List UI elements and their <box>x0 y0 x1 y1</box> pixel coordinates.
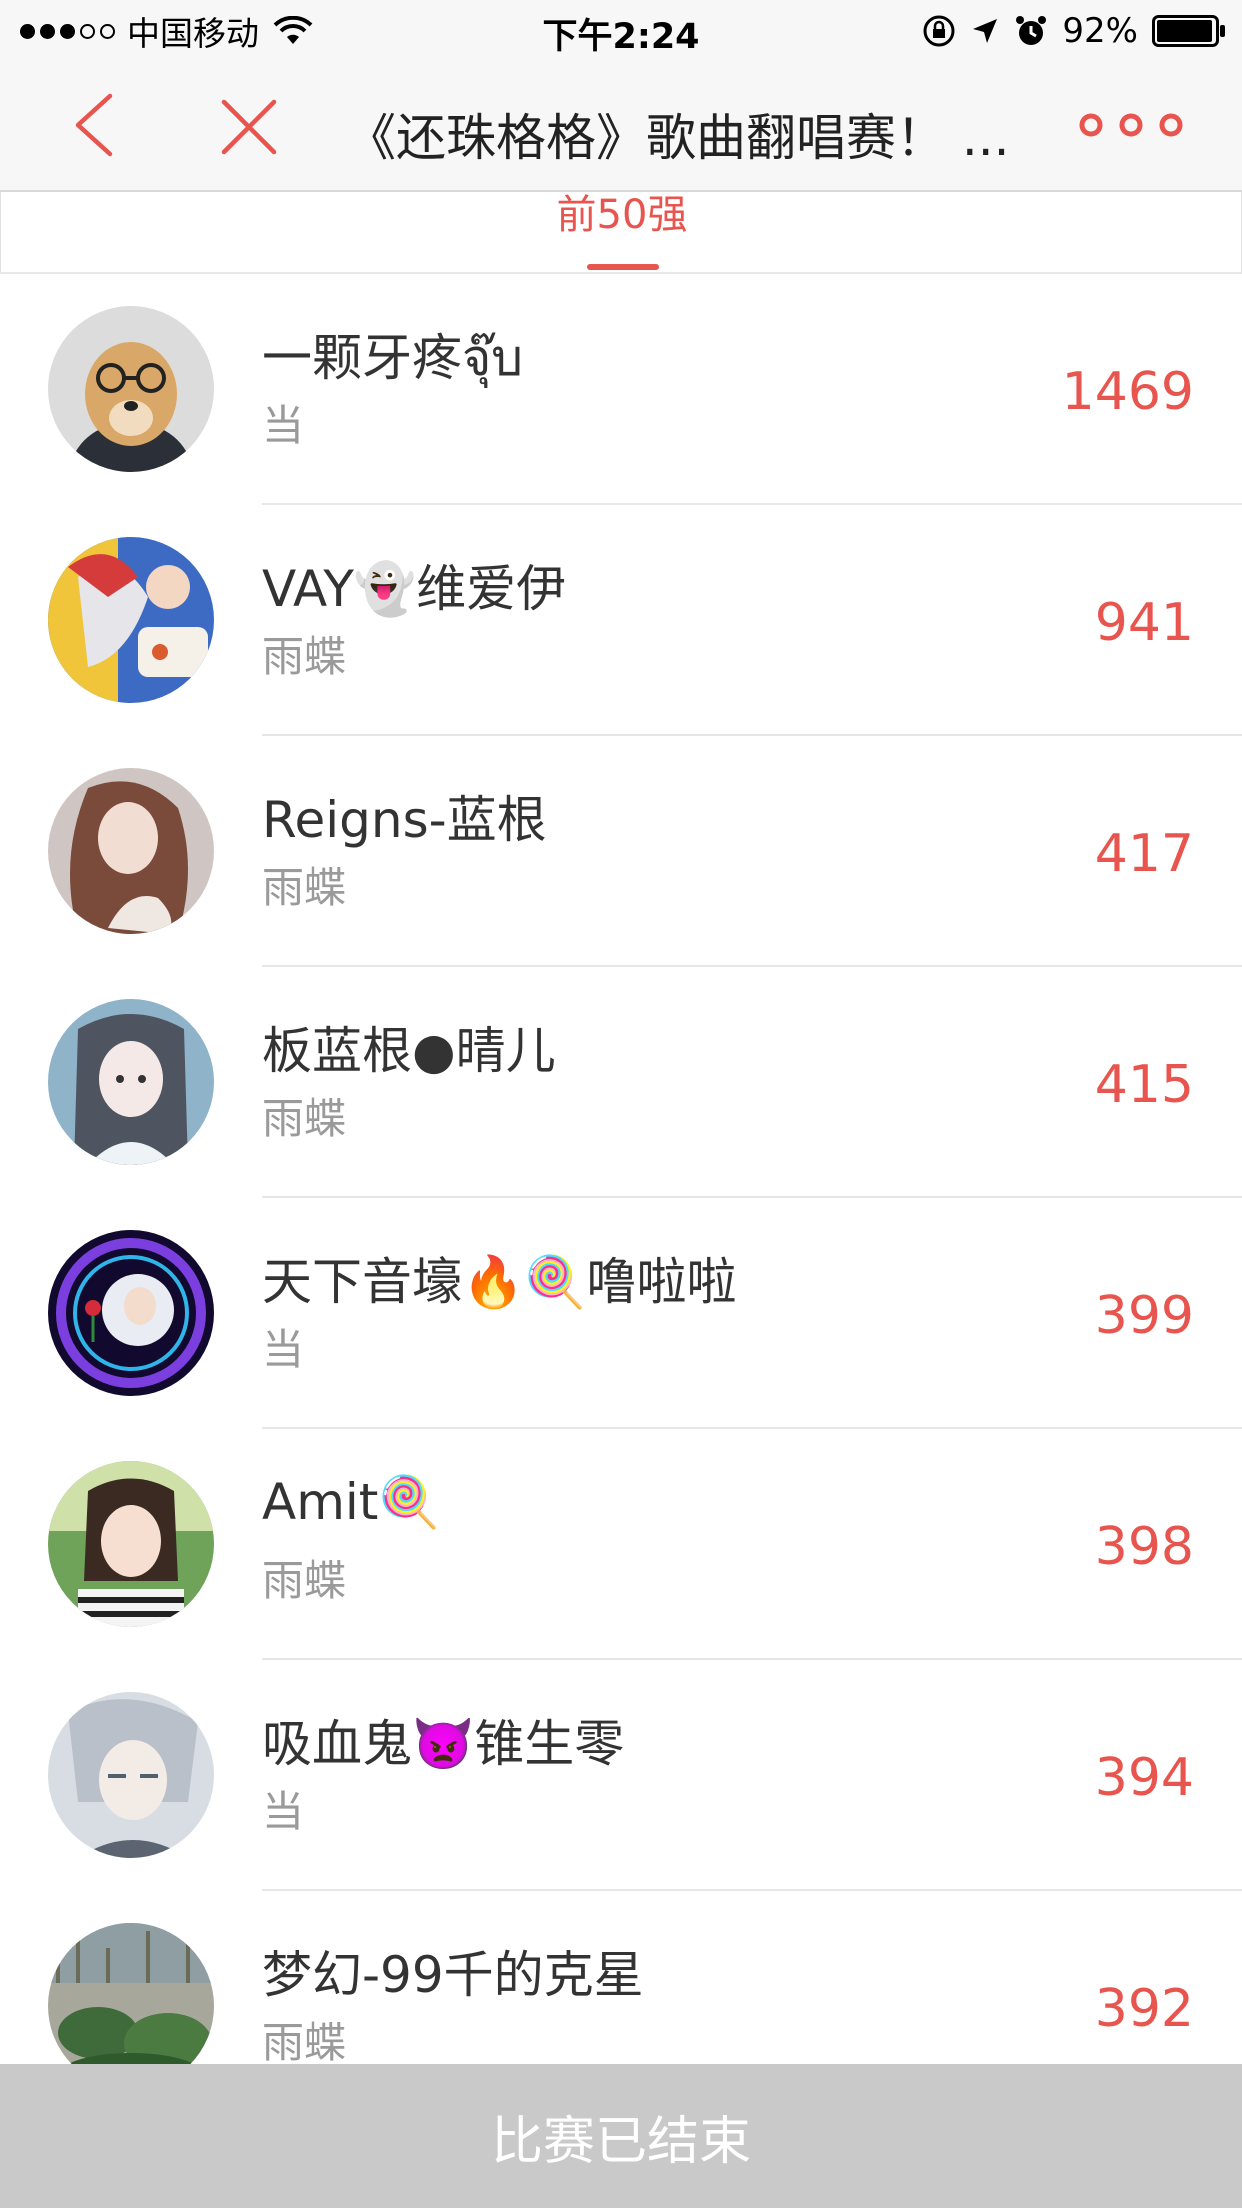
vote-count: 398 <box>1094 1517 1194 1577</box>
user-group: 当 <box>262 401 305 450</box>
back-button[interactable] <box>70 92 120 158</box>
list-item[interactable]: VAY👻维爱伊 雨蝶 941 <box>0 505 1242 736</box>
vote-count: 394 <box>1094 1748 1194 1808</box>
user-name: Reigns-蓝根 <box>262 791 547 849</box>
user-group: 雨蝶 <box>262 1094 347 1143</box>
tab-strip: 前50强 <box>0 192 1242 274</box>
avatar <box>48 1461 214 1627</box>
avatar <box>48 1230 214 1396</box>
list-item[interactable]: Amit🍭 雨蝶 398 <box>0 1429 1242 1660</box>
battery-icon <box>1152 15 1225 47</box>
status-bar: 中国移动 下午2:24 92% <box>0 0 1242 62</box>
avatar <box>48 768 214 934</box>
list-item[interactable]: Reigns-蓝根 雨蝶 417 <box>0 736 1242 967</box>
vote-count: 417 <box>1094 824 1194 884</box>
avatar <box>48 1692 214 1858</box>
more-button[interactable] <box>1078 112 1184 138</box>
avatar <box>48 537 214 703</box>
alarm-icon <box>1016 16 1047 45</box>
tab-top50[interactable]: 前50强 <box>1 192 1241 240</box>
location-icon <box>973 19 998 43</box>
user-name: 梦幻-99千的克星 <box>262 1946 644 2004</box>
vote-count: 941 <box>1094 593 1194 653</box>
user-name: VAY👻维爱伊 <box>262 560 567 618</box>
vote-count: 415 <box>1094 1055 1194 1115</box>
battery-percent: 92% <box>1062 11 1138 51</box>
user-group: 雨蝶 <box>262 2018 347 2064</box>
avatar <box>48 999 214 1165</box>
page-title: 《还珠格格》歌曲翻唱赛！ ... <box>346 109 1010 167</box>
list-item[interactable]: 吸血鬼👿锥生零 当 394 <box>0 1660 1242 1891</box>
list-item[interactable]: 一颗牙疼จุ๊บ 当 1469 <box>0 274 1242 505</box>
user-group: 雨蝶 <box>262 863 347 912</box>
contest-ended-label: 比赛已结束 <box>490 2111 751 2172</box>
list-item[interactable]: 板蓝根●晴儿 雨蝶 415 <box>0 967 1242 1198</box>
user-group: 当 <box>262 1325 305 1374</box>
list-item[interactable]: 天下音壕🔥🍭噜啦啦 当 399 <box>0 1198 1242 1429</box>
close-button[interactable] <box>220 98 278 156</box>
vote-count: 392 <box>1094 1979 1194 2039</box>
user-group: 当 <box>262 1787 305 1836</box>
vote-count: 1469 <box>1061 362 1194 422</box>
rotation-lock-icon <box>923 15 955 47</box>
user-group: 雨蝶 <box>262 632 347 681</box>
user-name: Amit🍭 <box>262 1473 441 1531</box>
user-name: 一颗牙疼จุ๊บ <box>262 329 524 387</box>
ranking-list[interactable]: 一颗牙疼จุ๊บ 当 1469 VAY👻维爱伊 雨蝶 941 Reigns-蓝根… <box>0 274 1242 2064</box>
user-name: 吸血鬼👿锥生零 <box>262 1715 625 1773</box>
avatar <box>48 306 214 472</box>
list-item[interactable]: 梦幻-99千的克星 雨蝶 392 <box>0 1891 1242 2064</box>
tab-active-indicator <box>587 264 659 270</box>
user-group: 雨蝶 <box>262 1556 347 1605</box>
contest-ended-bar: 比赛已结束 <box>0 2064 1242 2208</box>
navigation-bar: 《还珠格格》歌曲翻唱赛！ ... <box>0 62 1242 192</box>
vote-count: 399 <box>1094 1286 1194 1346</box>
user-name: 天下音壕🔥🍭噜啦啦 <box>262 1253 737 1311</box>
status-right: 92% <box>922 10 1226 52</box>
avatar <box>48 1923 214 2064</box>
user-name: 板蓝根●晴儿 <box>262 1022 556 1080</box>
